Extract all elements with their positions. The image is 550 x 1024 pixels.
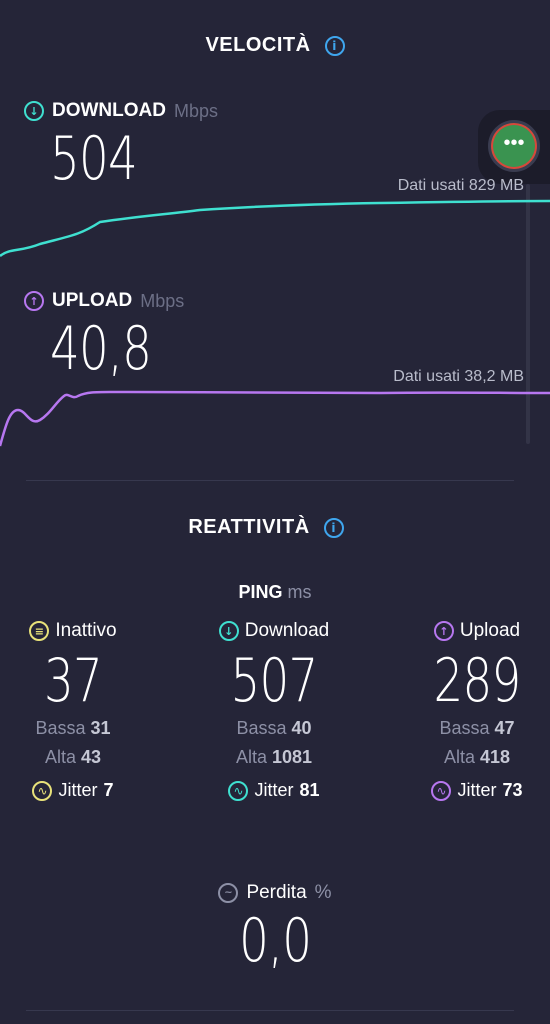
packet-loss-unit: %: [314, 882, 332, 903]
upload-header: ↑ UPLOAD Mbps: [24, 290, 184, 312]
ping-upload-header: ↑ Upload: [404, 620, 550, 642]
high-value: 418: [480, 747, 511, 767]
low-label: Bassa: [439, 718, 490, 738]
ping-column-idle: ≡ Inattivo 37 Bassa 31 Alta 43 ∿ Jitter …: [0, 620, 146, 801]
high-label: Alta: [44, 747, 76, 767]
ping-download-high: Alta 1081: [196, 747, 352, 768]
packet-loss-header: ~ Perdita %: [0, 882, 550, 904]
packet-loss-value: 0,0: [238, 906, 312, 976]
jitter-wave-icon: ∿: [431, 780, 452, 801]
responsiveness-title: REATTIVITÀ: [188, 516, 310, 538]
upload-value: 40,8: [50, 314, 152, 384]
low-value: 31: [90, 718, 111, 738]
download-speed-graph: [0, 199, 550, 258]
download-header: ↓ DOWNLOAD Mbps: [24, 100, 218, 122]
high-label: Alta: [235, 747, 267, 767]
ping-unit: ms: [287, 582, 312, 602]
ping-upload-label: Upload: [459, 620, 521, 641]
speed-section-title: VELOCITÀ i: [0, 34, 550, 57]
low-value: 40: [291, 718, 312, 738]
ping-column-upload: ↑ Upload 289 Bassa 47 Alta 418 ∿ Jitter …: [404, 620, 550, 801]
high-value: 43: [81, 747, 102, 767]
jitter-wave-icon: ∿: [32, 780, 53, 801]
ping-download-value: 507: [230, 646, 319, 716]
upload-arrow-icon: ↑: [433, 621, 454, 641]
jitter-value: 7: [103, 780, 114, 800]
more-options-button[interactable]: •••: [488, 120, 540, 172]
ping-download-low: Bassa 40: [196, 718, 352, 739]
upload-speed-graph: [0, 390, 550, 447]
ping-label: PING: [238, 582, 283, 602]
high-value: 1081: [272, 747, 313, 767]
low-label: Bassa: [236, 718, 287, 738]
download-unit: Mbps: [173, 100, 218, 121]
download-arrow-icon: ↓: [24, 101, 44, 121]
ping-idle-header: ≡ Inattivo: [0, 620, 146, 642]
ping-idle-label: Inattivo: [55, 620, 117, 641]
ping-download-header: ↓ Download: [196, 620, 352, 642]
responsiveness-info-icon[interactable]: i: [323, 517, 344, 538]
low-label: Bassa: [35, 718, 86, 738]
upload-graph-line: [0, 390, 550, 447]
section-divider: [26, 480, 514, 481]
ping-idle-low: Bassa 31: [0, 718, 146, 739]
info-icon[interactable]: i: [324, 35, 345, 56]
bottom-divider: [26, 1010, 514, 1011]
ping-column-download: ↓ Download 507 Bassa 40 Alta 1081 ∿ Jitt…: [196, 620, 352, 801]
jitter-label: Jitter: [58, 780, 98, 800]
jitter-label: Jitter: [457, 780, 497, 800]
ping-idle-value: 37: [43, 646, 103, 716]
responsiveness-section-title: REATTIVITÀ i: [0, 516, 532, 539]
download-graph-line: [0, 199, 550, 258]
high-label: Alta: [443, 747, 475, 767]
ping-upload-low: Bassa 47: [404, 718, 550, 739]
download-value: 504: [50, 124, 138, 194]
ping-header: PING ms: [0, 582, 550, 603]
jitter-value: 73: [502, 780, 523, 800]
low-value: 47: [494, 718, 515, 738]
jitter-value: 81: [299, 780, 320, 800]
upload-unit: Mbps: [140, 290, 185, 311]
ping-download-label: Download: [244, 620, 330, 641]
packet-loss-value-wrap: 0,0: [0, 906, 550, 976]
idle-icon: ≡: [29, 621, 50, 641]
ping-idle-high: Alta 43: [0, 747, 146, 768]
more-options-icon: •••: [503, 132, 525, 154]
jitter-label: Jitter: [254, 780, 294, 800]
download-arrow-icon: ↓: [218, 621, 239, 641]
speed-title: VELOCITÀ: [205, 34, 311, 56]
upload-label: UPLOAD: [52, 290, 133, 311]
ping-upload-high: Alta 418: [404, 747, 550, 768]
ping-upload-jitter: ∿ Jitter 73: [404, 780, 550, 801]
packet-loss-icon: ~: [218, 883, 239, 903]
download-label: DOWNLOAD: [52, 100, 166, 121]
ping-idle-jitter: ∿ Jitter 7: [0, 780, 146, 801]
upload-arrow-icon: ↑: [24, 291, 44, 311]
ping-download-jitter: ∿ Jitter 81: [196, 780, 352, 801]
ping-upload-value: 289: [433, 646, 522, 716]
packet-loss-label: Perdita: [246, 882, 307, 903]
jitter-wave-icon: ∿: [228, 780, 249, 801]
